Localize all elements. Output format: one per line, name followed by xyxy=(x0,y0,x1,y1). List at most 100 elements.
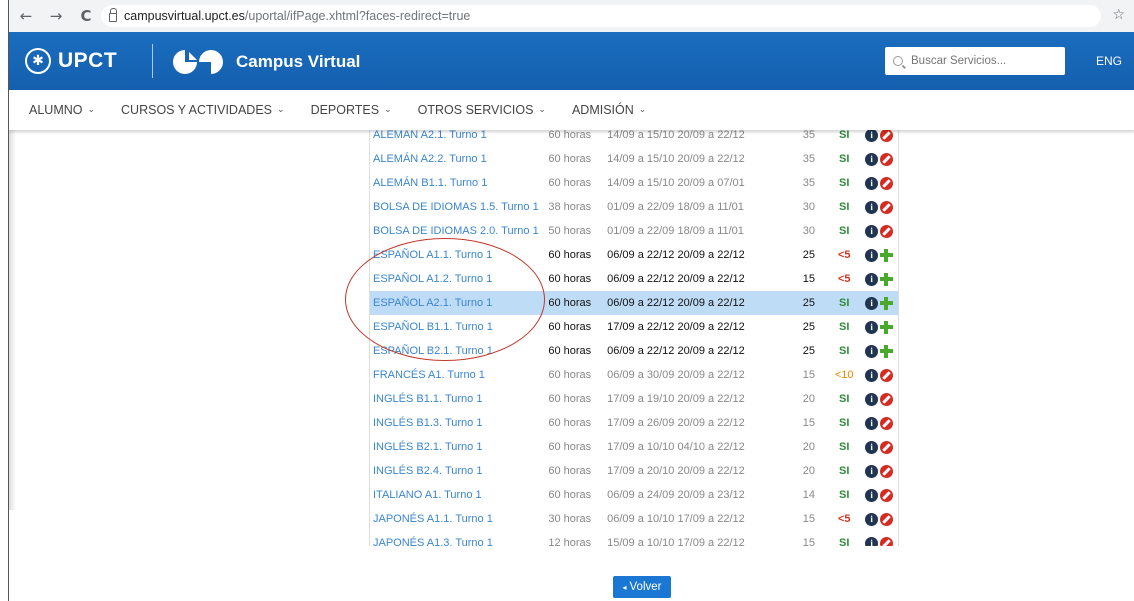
add-icon[interactable] xyxy=(880,296,894,310)
menu-admision[interactable]: ADMISIÓN ⌄ xyxy=(572,103,646,117)
course-name-link[interactable]: BOLSA DE IDIOMAS 2.0. Turno 1 xyxy=(370,225,548,237)
menu-cursos[interactable]: CURSOS Y ACTIVIDADES ⌄ xyxy=(121,103,285,117)
info-icon[interactable]: i xyxy=(865,440,879,454)
table-row[interactable]: JAPONÉS A1.1. Turno 1 30 horas 06/09 a 10/… xyxy=(370,507,898,531)
info-icon[interactable]: i xyxy=(865,296,879,310)
ban-icon[interactable] xyxy=(880,416,894,430)
course-name-link[interactable]: ESPAÑOL A2.1. Turno 1 xyxy=(370,297,548,309)
volver-button[interactable]: ◂ Volver xyxy=(613,576,671,598)
row-actions: i xyxy=(860,464,898,478)
service-search[interactable] xyxy=(885,47,1065,75)
course-name-link[interactable]: FRANCÉS A1. Turno 1 xyxy=(370,369,548,381)
course-name-link[interactable]: ITALIANO A1. Turno 1 xyxy=(370,489,548,501)
course-name-link[interactable]: ESPAÑOL B2.1. Turno 1 xyxy=(370,345,548,357)
availability-badge: SI xyxy=(839,417,850,429)
course-dates: 17/09 a 19/10 20/09 a 22/12 xyxy=(607,393,745,405)
course-name-link[interactable]: ESPAÑOL A1.2. Turno 1 xyxy=(370,273,548,285)
browser-toolbar: ← → C campusvirtual.upct.es /uportal/ifP… xyxy=(9,0,1134,32)
course-name-link[interactable]: ALEMÁN B1.1. Turno 1 xyxy=(370,177,548,189)
info-icon[interactable]: i xyxy=(865,512,879,526)
table-row[interactable]: ESPAÑOL A1.1. Turno 1 60 horas 06/09 a 22/… xyxy=(370,243,898,267)
ban-icon[interactable] xyxy=(880,392,894,406)
table-row[interactable]: INGLÉS B2.1. Turno 1 60 horas 17/09 a 10/1… xyxy=(370,435,898,459)
ban-icon[interactable] xyxy=(880,152,894,166)
info-icon[interactable]: i xyxy=(865,536,879,546)
ban-icon[interactable] xyxy=(880,200,894,214)
info-icon[interactable]: i xyxy=(865,176,879,190)
add-icon[interactable] xyxy=(880,272,894,286)
ban-icon[interactable] xyxy=(880,440,894,454)
bookmark-star-icon[interactable]: ☆ xyxy=(1112,7,1125,23)
course-dates: 06/09 a 22/12 20/09 a 22/12 xyxy=(607,273,745,285)
info-icon[interactable]: i xyxy=(865,128,879,142)
row-actions: i xyxy=(860,296,898,310)
info-icon[interactable]: i xyxy=(865,152,879,166)
add-icon[interactable] xyxy=(880,320,894,334)
course-name-link[interactable]: BOLSA DE IDIOMAS 1.5. Turno 1 xyxy=(370,201,548,213)
info-icon[interactable]: i xyxy=(865,344,879,358)
row-actions: i xyxy=(860,536,898,546)
course-name-link[interactable]: JAPONÉS A1.3. Turno 1 xyxy=(370,537,548,546)
row-actions: i xyxy=(860,200,898,214)
volver-label: Volver xyxy=(629,581,662,593)
table-row[interactable]: INGLÉS B1.3. Turno 1 60 horas 17/09 a 26/0… xyxy=(370,411,898,435)
ban-icon[interactable] xyxy=(880,464,894,478)
info-icon[interactable]: i xyxy=(865,320,879,334)
info-icon[interactable]: i xyxy=(865,200,879,214)
ban-icon[interactable] xyxy=(880,128,894,142)
course-name-link[interactable]: ALEMÁN A2.2. Turno 1 xyxy=(370,153,548,165)
table-row[interactable]: ALEMÁN B1.1. Turno 1 60 horas 14/09 a 15/1… xyxy=(370,171,898,195)
table-row[interactable]: JAPONÉS A1.3. Turno 1 12 horas 15/09 a 10/… xyxy=(370,531,898,546)
language-switch[interactable]: ENG xyxy=(1096,54,1122,68)
table-row[interactable]: INGLÉS B1.1. Turno 1 60 horas 17/09 a 19/1… xyxy=(370,387,898,411)
ban-icon[interactable] xyxy=(880,224,894,238)
table-row[interactable]: BOLSA DE IDIOMAS 2.0. Turno 1 50 horas 01/… xyxy=(370,219,898,243)
menu-deportes[interactable]: DEPORTES ⌄ xyxy=(311,103,392,117)
course-name-link[interactable]: INGLÉS B1.1. Turno 1 xyxy=(370,393,548,405)
course-name-link[interactable]: INGLÉS B2.4. Turno 1 xyxy=(370,465,548,477)
table-row[interactable]: INGLÉS B2.4. Turno 1 60 horas 17/09 a 20/1… xyxy=(370,459,898,483)
table-row[interactable]: ESPAÑOL B2.1. Turno 1 60 horas 06/09 a 22/… xyxy=(370,339,898,363)
table-row[interactable]: ALEMÁN A2.2. Turno 1 60 horas 14/09 a 15/1… xyxy=(370,147,898,171)
row-actions: i xyxy=(860,512,898,526)
ban-icon[interactable] xyxy=(880,176,894,190)
campus-virtual-logo[interactable]: Campus Virtual xyxy=(171,48,360,76)
chevron-down-icon: ⌄ xyxy=(384,105,392,115)
availability-badge: SI xyxy=(839,321,850,333)
course-name-link[interactable]: INGLÉS B1.3. Turno 1 xyxy=(370,417,548,429)
info-icon[interactable]: i xyxy=(865,272,879,286)
course-name-link[interactable]: ALEMÁN A2.1. Turno 1 xyxy=(370,129,548,141)
ban-icon[interactable] xyxy=(880,512,894,526)
info-icon[interactable]: i xyxy=(865,224,879,238)
info-icon[interactable]: i xyxy=(865,488,879,502)
course-name-link[interactable]: ESPAÑOL A1.1. Turno 1 xyxy=(370,249,548,261)
course-name-link[interactable]: ESPAÑOL B1.1. Turno 1 xyxy=(370,321,548,333)
course-name-link[interactable]: INGLÉS B2.1. Turno 1 xyxy=(370,441,548,453)
search-input[interactable] xyxy=(911,55,1051,67)
ban-icon[interactable] xyxy=(880,368,894,382)
add-icon[interactable] xyxy=(880,248,894,262)
address-bar[interactable]: campusvirtual.upct.es /uportal/ifPage.xh… xyxy=(101,5,1101,27)
table-row[interactable]: FRANCÉS A1. Turno 1 60 horas 06/09 a 30/09… xyxy=(370,363,898,387)
row-actions: i xyxy=(860,488,898,502)
table-row[interactable]: BOLSA DE IDIOMAS 1.5. Turno 1 38 horas 01/… xyxy=(370,195,898,219)
course-name-link[interactable]: JAPONÉS A1.1. Turno 1 xyxy=(370,513,548,525)
info-icon[interactable]: i xyxy=(865,464,879,478)
table-row[interactable]: ESPAÑOL B1.1. Turno 1 60 horas 17/09 a 22/… xyxy=(370,315,898,339)
ban-icon[interactable] xyxy=(880,536,894,546)
table-row[interactable]: ESPAÑOL A2.1. Turno 1 60 horas 06/09 a 22/… xyxy=(370,291,898,315)
table-row[interactable]: ITALIANO A1. Turno 1 60 horas 06/09 a 24/0… xyxy=(370,483,898,507)
info-icon[interactable]: i xyxy=(865,416,879,430)
info-icon[interactable]: i xyxy=(865,248,879,262)
forward-icon[interactable]: → xyxy=(45,7,67,25)
back-icon[interactable]: ← xyxy=(15,7,37,25)
ban-icon[interactable] xyxy=(880,488,894,502)
menu-otros-servicios[interactable]: OTROS SERVICIOS ⌄ xyxy=(418,103,546,117)
table-row[interactable]: ESPAÑOL A1.2. Turno 1 60 horas 06/09 a 22/… xyxy=(370,267,898,291)
reload-icon[interactable]: C xyxy=(75,7,97,25)
upct-logo[interactable]: ✱ UPCT xyxy=(25,48,117,74)
menu-alumno[interactable]: ALUMNO ⌄ xyxy=(29,103,95,117)
info-icon[interactable]: i xyxy=(865,368,879,382)
add-icon[interactable] xyxy=(880,344,894,358)
info-icon[interactable]: i xyxy=(865,392,879,406)
